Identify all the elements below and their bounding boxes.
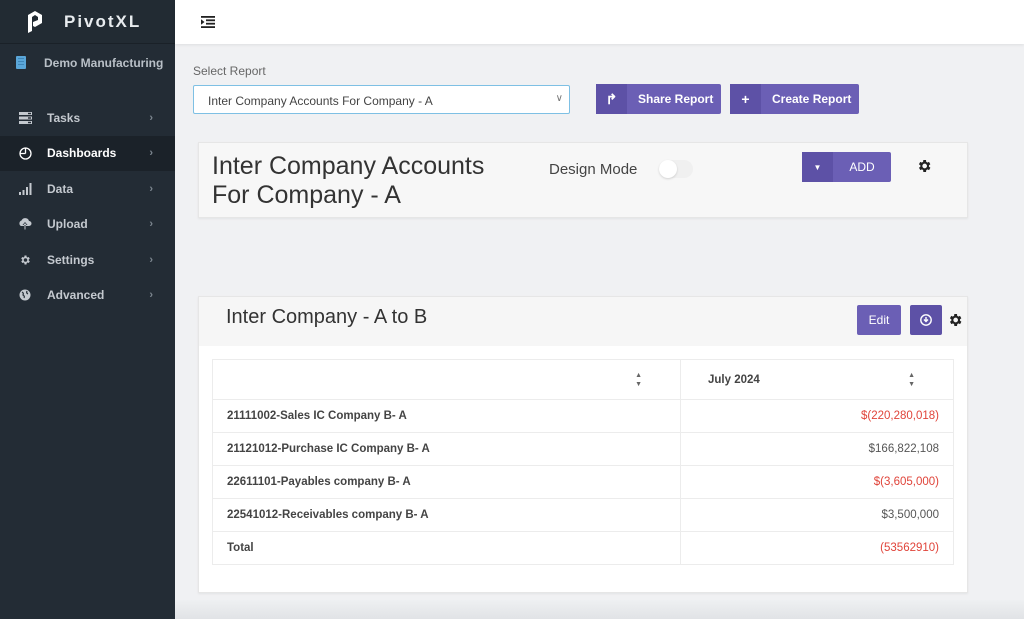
widget-title: Inter Company - A to B	[226, 306, 428, 328]
column-header-label: July 2024	[708, 373, 760, 386]
add-label: ADD	[849, 160, 875, 174]
sidebar-item-label: Data	[47, 181, 74, 196]
sidebar-item-label: Tasks	[47, 110, 81, 125]
widget-header: Inter Company - A to B Edit	[199, 297, 967, 346]
brand-name: PivotXL	[64, 11, 142, 31]
sidebar-item-advanced[interactable]: Advanced ›	[0, 278, 175, 314]
sidebar-item-label: Advanced	[47, 288, 105, 303]
tasks-icon	[18, 111, 32, 125]
table-row: 22541012-Receivables company B- A $3,500,…	[212, 498, 954, 532]
chevron-down-icon: ∨	[555, 93, 563, 104]
table-row: 22611101-Payables company B- A $(3,605,00…	[212, 465, 954, 499]
topbar	[175, 0, 1024, 44]
select-report-label: Select Report	[193, 64, 266, 78]
download-button[interactable]	[910, 305, 942, 335]
cloud-upload-icon	[18, 217, 32, 231]
page-bottom-shade	[175, 600, 1024, 619]
row-value: $(3,605,000)	[680, 465, 954, 499]
chevron-right-icon: ›	[149, 111, 153, 124]
row-label: 22611101-Payables company B- A	[212, 465, 681, 499]
create-report-button[interactable]: + Create Report	[730, 84, 859, 114]
sidebar-item-tasks[interactable]: Tasks ›	[0, 100, 175, 136]
sort-icon[interactable]: ▲ ▼	[635, 371, 642, 389]
chevron-right-icon: ›	[149, 147, 153, 160]
share-report-button[interactable]: ↱ Share Report	[596, 84, 721, 114]
row-label: Total	[212, 531, 681, 565]
report-header-card: Inter Company Accounts For Company - A D…	[198, 142, 968, 218]
design-mode-toggle[interactable]	[659, 160, 693, 178]
brand[interactable]: PivotXL	[0, 0, 175, 44]
pivotxl-logo-icon	[28, 10, 42, 33]
edit-button[interactable]: Edit	[857, 305, 901, 335]
organization[interactable]: Demo Manufacturing	[0, 44, 175, 100]
sidebar-item-data[interactable]: Data ›	[0, 171, 175, 207]
pivot-widget: Inter Company - A to B Edit ▲ ▼ July 2024…	[198, 296, 968, 593]
row-value: $3,500,000	[680, 498, 954, 532]
table-row: 21111002-Sales IC Company B- A $(220,280,…	[212, 399, 954, 433]
gear-icon[interactable]	[916, 158, 932, 174]
column-header-account[interactable]: ▲ ▼	[212, 359, 681, 400]
bar-chart-icon	[18, 182, 32, 196]
row-label: 21121012-Purchase IC Company B- A	[212, 432, 681, 466]
report-select[interactable]: Inter Company Accounts For Company - A ∨	[193, 85, 570, 114]
sidebar: PivotXL Demo Manufacturing Tasks › Dashb…	[0, 0, 175, 619]
create-report-label: Create Report	[772, 92, 852, 106]
plus-icon: +	[730, 84, 761, 114]
report-title: Inter Company Accounts For Company - A	[212, 152, 485, 209]
sidebar-item-settings[interactable]: Settings ›	[0, 242, 175, 278]
table-header-row: ▲ ▼ July 2024 ▲ ▼	[212, 359, 954, 400]
menu-toggle-icon[interactable]	[201, 16, 215, 28]
gear-icon	[18, 253, 32, 267]
pivot-table: ▲ ▼ July 2024 ▲ ▼ 21111002-Sales IC Compan…	[212, 359, 954, 565]
row-label: 22541012-Receivables company B- A	[212, 498, 681, 532]
chevron-right-icon: ›	[149, 253, 153, 266]
row-value: $166,822,108	[680, 432, 954, 466]
sidebar-item-label: Upload	[47, 217, 88, 232]
sidebar-item-dashboards[interactable]: Dashboards ›	[0, 135, 175, 171]
organization-name: Demo Manufacturing	[44, 56, 164, 70]
chevron-right-icon: ›	[149, 218, 153, 231]
report-select-value: Inter Company Accounts For Company - A	[208, 94, 433, 108]
chevron-right-icon: ›	[149, 289, 153, 302]
column-header-month[interactable]: July 2024 ▲ ▼	[680, 359, 954, 400]
sidebar-item-upload[interactable]: Upload ›	[0, 207, 175, 243]
table-total-row: Total (53562910)	[212, 531, 954, 565]
sidebar-item-label: Dashboards	[47, 146, 117, 161]
dashboard-icon	[18, 146, 32, 160]
share-report-label: Share Report	[638, 92, 714, 106]
row-value: (53562910)	[680, 531, 954, 565]
row-value: $(220,280,018)	[680, 399, 954, 433]
globe-icon	[18, 288, 32, 302]
building-icon	[16, 56, 26, 69]
share-icon: ↱	[596, 84, 627, 114]
design-mode-label: Design Mode	[549, 161, 638, 178]
caret-down-icon[interactable]: ▼	[802, 152, 833, 182]
add-button[interactable]: ▼ ADD	[802, 152, 891, 182]
table-row: 21121012-Purchase IC Company B- A $166,82…	[212, 432, 954, 466]
chevron-right-icon: ›	[149, 182, 153, 195]
sort-icon[interactable]: ▲ ▼	[908, 371, 915, 389]
row-label: 21111002-Sales IC Company B- A	[212, 399, 681, 433]
sidebar-item-label: Settings	[47, 252, 95, 267]
toggle-knob	[659, 160, 677, 178]
gear-icon[interactable]	[947, 312, 963, 328]
download-icon	[920, 314, 932, 326]
